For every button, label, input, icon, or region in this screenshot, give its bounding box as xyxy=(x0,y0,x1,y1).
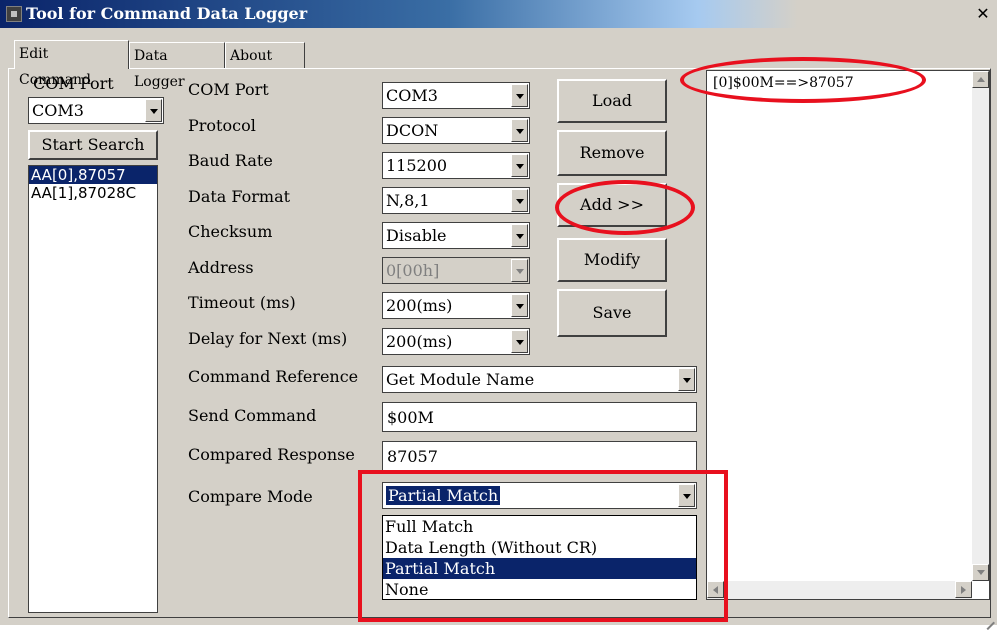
chevron-down-icon[interactable] xyxy=(678,484,695,507)
timeout-value: 200(ms) xyxy=(386,296,453,315)
com-port-value: COM3 xyxy=(386,86,438,105)
delay-next-label: Delay for Next (ms) xyxy=(188,329,348,348)
scroll-up-icon[interactable] xyxy=(972,71,989,88)
tab-about[interactable]: About xyxy=(225,42,305,68)
tab-edit-command[interactable]: Edit Command xyxy=(14,40,129,88)
chevron-down-icon[interactable] xyxy=(511,224,528,247)
compared-response-label: Compared Response xyxy=(188,445,355,464)
chevron-down-icon[interactable] xyxy=(511,189,528,212)
chevron-down-icon[interactable] xyxy=(511,154,528,177)
protocol-value: DCON xyxy=(386,121,439,140)
command-reference-select[interactable]: Get Module Name xyxy=(382,366,697,393)
data-format-select[interactable]: N,8,1 xyxy=(382,187,530,214)
close-icon[interactable]: ✕ xyxy=(975,6,991,22)
timeout-label: Timeout (ms) xyxy=(188,293,296,312)
checksum-value: Disable xyxy=(386,226,447,245)
address-value: 0[00h] xyxy=(386,261,440,280)
delay-next-value: 200(ms) xyxy=(386,332,453,351)
checksum-select[interactable]: Disable xyxy=(382,222,530,249)
chevron-down-icon[interactable] xyxy=(511,330,528,353)
data-format-label: Data Format xyxy=(188,187,291,206)
compare-mode-option[interactable]: Partial Match xyxy=(383,558,696,579)
com-port-select[interactable]: COM3 xyxy=(382,82,530,109)
chevron-down-icon xyxy=(511,259,528,282)
protocol-label: Protocol xyxy=(188,116,256,135)
send-command-value: $00M xyxy=(387,408,434,427)
baud-rate-select[interactable]: 115200 xyxy=(382,152,530,179)
left-com-port-select[interactable]: COM3 xyxy=(28,97,164,124)
save-button[interactable]: Save xyxy=(557,289,667,337)
send-command-label: Send Command xyxy=(188,406,317,425)
address-label: Address xyxy=(188,258,254,277)
data-format-value: N,8,1 xyxy=(386,191,430,210)
start-search-button[interactable]: Start Search xyxy=(28,130,158,160)
chevron-down-icon[interactable] xyxy=(511,84,528,107)
device-list-item[interactable]: AA[1],87028C xyxy=(29,184,157,202)
resize-grip-icon[interactable] xyxy=(983,611,995,623)
address-select: 0[00h] xyxy=(382,257,530,284)
modify-button[interactable]: Modify xyxy=(557,238,667,282)
chevron-down-icon[interactable] xyxy=(511,119,528,142)
remove-button[interactable]: Remove xyxy=(557,130,667,176)
vertical-scrollbar[interactable] xyxy=(972,71,989,581)
load-button[interactable]: Load xyxy=(557,79,667,123)
chevron-down-icon[interactable] xyxy=(145,99,162,122)
horizontal-scrollbar[interactable] xyxy=(707,581,972,599)
title-bar: Tool for Command Data Logger ✕ xyxy=(0,0,997,28)
scroll-left-icon[interactable] xyxy=(707,581,724,598)
compare-mode-option[interactable]: Data Length (Without CR) xyxy=(383,537,696,558)
baud-rate-value: 115200 xyxy=(386,156,448,175)
add-button[interactable]: Add >> xyxy=(557,183,667,227)
compare-mode-label: Compare Mode xyxy=(188,487,313,506)
device-list[interactable]: AA[0],87057 AA[1],87028C xyxy=(28,165,158,613)
timeout-select[interactable]: 200(ms) xyxy=(382,292,530,319)
compare-mode-option[interactable]: Full Match xyxy=(383,516,696,537)
log-entry: [0]$00M==>87057 xyxy=(713,75,854,91)
app-icon xyxy=(6,6,22,22)
scroll-down-icon[interactable] xyxy=(972,564,989,581)
compare-mode-dropdown[interactable]: Full Match Data Length (Without CR) Part… xyxy=(382,515,697,600)
protocol-select[interactable]: DCON xyxy=(382,117,530,144)
command-reference-label: Command Reference xyxy=(188,367,359,386)
compare-mode-value: Partial Match xyxy=(384,485,502,506)
app-window: Tool for Command Data Logger ✕ Edit Comm… xyxy=(0,0,997,625)
delay-next-select[interactable]: 200(ms) xyxy=(382,328,530,355)
chevron-down-icon[interactable] xyxy=(511,294,528,317)
chevron-down-icon[interactable] xyxy=(678,368,695,391)
compared-response-input[interactable]: 87057 xyxy=(382,441,697,471)
com-port-label: COM Port xyxy=(188,80,269,99)
tab-data-logger[interactable]: Data Logger xyxy=(129,42,225,90)
device-list-item[interactable]: AA[0],87057 xyxy=(29,166,157,184)
baud-rate-label: Baud Rate xyxy=(188,151,273,170)
left-com-port-value: COM3 xyxy=(32,101,84,120)
compare-mode-option[interactable]: None xyxy=(383,579,696,600)
compared-response-value: 87057 xyxy=(387,447,438,466)
checksum-label: Checksum xyxy=(188,222,273,241)
compare-mode-select[interactable]: Partial Match xyxy=(382,482,697,509)
command-log[interactable]: [0]$00M==>87057 xyxy=(706,70,990,600)
scroll-right-icon[interactable] xyxy=(955,581,972,598)
window-title: Tool for Command Data Logger xyxy=(26,4,308,23)
command-reference-value: Get Module Name xyxy=(386,370,535,389)
send-command-input[interactable]: $00M xyxy=(382,402,697,432)
